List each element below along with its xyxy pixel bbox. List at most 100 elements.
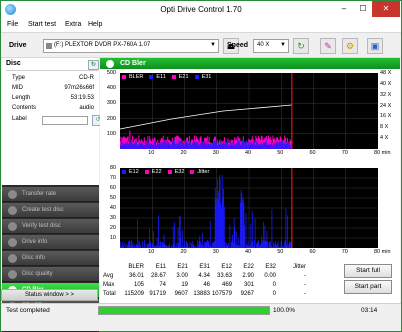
y-tick-label: 500	[106, 70, 116, 76]
legend-swatch	[194, 74, 199, 79]
speed-select[interactable]: 40 X ▼	[253, 39, 289, 53]
legend-item: E31	[194, 74, 215, 80]
legend-swatch	[171, 74, 176, 79]
stats-cell: 9607	[174, 291, 188, 297]
legend-swatch	[122, 74, 126, 79]
stats-cell: 0	[272, 291, 276, 297]
x-tick-label: 80 min	[374, 249, 391, 255]
stats-col-header: E32	[265, 264, 276, 270]
y-tick-label: 70	[109, 175, 116, 181]
y-tick-label: 200	[106, 115, 116, 122]
legend-item: BLER	[122, 74, 146, 80]
status-text: Test completed	[6, 307, 50, 314]
disc-icon	[8, 206, 17, 215]
maximize-button[interactable]: ☐	[353, 1, 373, 17]
y-tick-label: 20	[109, 225, 116, 231]
y-tick-label: 400	[106, 85, 116, 92]
nav-item-label: Create test disc	[22, 207, 64, 213]
settings-button[interactable]: ⚙	[342, 38, 358, 54]
nav-item-verify-test-disc[interactable]: Verify test disc	[2, 219, 99, 234]
disc-mid-value: 97m26s66f	[64, 85, 94, 91]
stats-cell: 3.00	[176, 273, 188, 279]
stats-col-header: E21	[177, 264, 188, 270]
close-button[interactable]: ✕	[372, 1, 400, 17]
y2-tick-label: 8 X	[380, 124, 389, 131]
start-full-button[interactable]: Start full	[344, 264, 392, 278]
legend-swatch	[122, 169, 126, 174]
menu-file[interactable]: File	[7, 21, 18, 28]
stats-row-label: Max	[103, 282, 115, 288]
legend-item: E21	[171, 74, 192, 80]
refresh-icon[interactable]: ↻	[88, 60, 99, 70]
legend-swatch	[190, 169, 195, 174]
nav-item-label: Disc quality	[22, 271, 53, 277]
stats-col-header: E31	[199, 264, 210, 270]
nav-item-transfer-rate[interactable]: Transfer rate	[2, 187, 99, 202]
drive-icon	[46, 43, 52, 49]
drive-select[interactable]: (F:) PLEXTOR DVDR PX-760A 1.07 ▼	[43, 39, 219, 53]
stats-row-label: Total	[103, 291, 116, 297]
disc-icon	[106, 60, 114, 68]
stats-col-header: BLER	[128, 264, 144, 270]
chevron-down-icon: ▼	[210, 42, 216, 48]
disc-contents-label: Contents	[12, 105, 37, 111]
stats-cell: 0	[272, 282, 276, 288]
legend-swatch	[144, 169, 149, 174]
status-window-button[interactable]: Status window > >	[1, 289, 98, 301]
legend-item: Jitter	[190, 169, 212, 175]
stats-cell: 469	[221, 282, 232, 288]
bler-chart	[119, 73, 378, 149]
stats-row-label: Avg	[103, 273, 114, 279]
stats-cell: -	[304, 273, 306, 279]
speed-label: Speed	[227, 42, 249, 49]
erase-disc-button[interactable]: ✎	[320, 38, 336, 54]
speed-line	[119, 104, 292, 130]
stats-col-header: E22	[243, 264, 254, 270]
refresh-speed-button[interactable]: ↻	[293, 38, 309, 54]
nav-item-create-test-disc[interactable]: Create test disc	[2, 203, 99, 218]
nav-item-disc-info[interactable]: Disc info	[2, 251, 99, 266]
menu-extra[interactable]: Extra	[65, 21, 81, 28]
menu-help[interactable]: Help	[88, 21, 102, 28]
progress-percent: 100.0%	[273, 307, 296, 314]
e12-chart	[119, 168, 378, 248]
app-window: Opti Drive Control 1.70 – ☐ ✕ File Start…	[0, 0, 402, 332]
save-button[interactable]: ▣	[367, 38, 383, 54]
y2-tick-label: 48 X	[380, 70, 392, 76]
y-tick-label: 10	[109, 235, 116, 241]
disc-icon	[8, 222, 17, 231]
y2-tick-label: 32 X	[380, 91, 392, 98]
disc-label-input[interactable]	[42, 116, 88, 125]
legend-item: E32	[167, 169, 188, 175]
stats-cell: 4.34	[198, 273, 210, 279]
bler-chart-svg	[119, 73, 378, 149]
graph-panel: CD Bler BLER E11 E21 E31 100 200 300 400 500 4 …	[100, 58, 400, 304]
disc-header: Disc ↻	[6, 60, 99, 71]
stats-col-header: E11	[155, 264, 166, 270]
minimize-button[interactable]: –	[334, 1, 354, 17]
y-tick-label: 40	[109, 205, 116, 211]
stats-cell: 0.00	[264, 273, 276, 279]
elapsed-time: 03:14	[361, 307, 378, 314]
drive-label: Drive	[9, 42, 27, 49]
start-part-button[interactable]: Start part	[344, 280, 392, 294]
y-tick-label: 50	[109, 195, 116, 201]
stats-cell: 28.67	[150, 273, 166, 279]
stats-cell: 107579	[211, 291, 232, 297]
e12-chart-svg	[119, 168, 378, 248]
menu-start-test[interactable]: Start test	[28, 21, 56, 28]
e12-legend: E12 E22 E32 Jitter	[122, 169, 215, 175]
disc-contents-value: audio	[79, 105, 94, 111]
x-tick-label: 60	[309, 249, 316, 255]
disc-mid-row: MID 97m26s66f	[12, 85, 96, 94]
nav-item-disc-quality[interactable]: Disc quality	[2, 267, 99, 282]
drive-select-value: (F:) PLEXTOR DVDR PX-760A 1.07	[54, 42, 151, 48]
legend-label: E11	[156, 74, 166, 80]
stats-table: BLER E11 E21 E31 E12 E22 E32 Jitter Avg 36.01 28.6…	[100, 264, 342, 302]
legend-label: E12	[129, 169, 139, 175]
graph-header: CD Bler	[100, 58, 400, 69]
y-tick-label: 100	[106, 130, 116, 137]
legend-label: BLER	[129, 74, 144, 80]
x-tick-label: 30	[212, 249, 219, 255]
nav-item-drive-info[interactable]: Drive info	[2, 235, 99, 250]
